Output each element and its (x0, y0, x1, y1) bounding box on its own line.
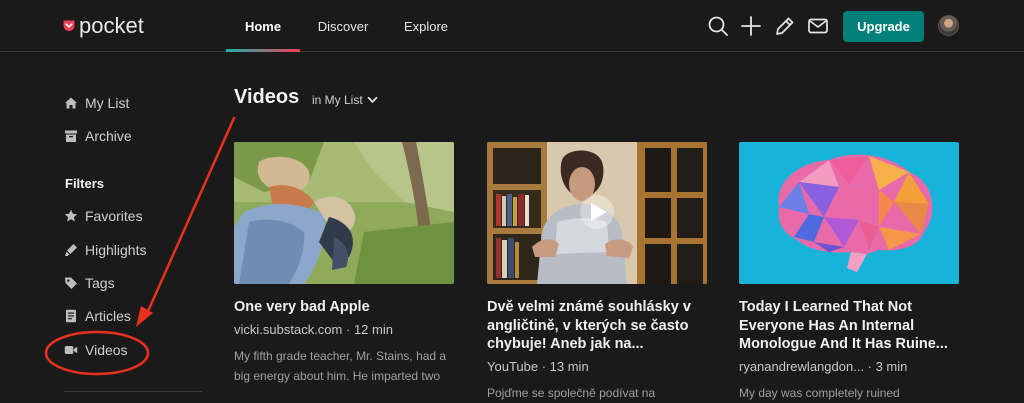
card-excerpt: My fifth grade teacher, Mr. Stains, had … (234, 348, 447, 383)
main-nav: Home Discover Explore (226, 0, 466, 52)
pocket-logo[interactable]: pocket (62, 13, 144, 39)
meta-separator: · (538, 358, 550, 374)
video-thumbnail[interactable] (487, 142, 707, 284)
plus-icon[interactable] (740, 15, 762, 37)
star-icon (64, 209, 78, 222)
card-title[interactable]: One very bad Apple (234, 298, 454, 317)
avatar[interactable] (938, 15, 959, 36)
sidebar-item-videos[interactable]: Videos (64, 340, 128, 360)
archive-icon (65, 130, 77, 142)
highlighter-icon (65, 244, 77, 256)
article-icon (66, 309, 76, 323)
card-source[interactable]: ryanandrewlangdon... (739, 359, 864, 374)
sidebar-item-articles[interactable]: Articles (64, 306, 131, 326)
top-bar: pocket Home Discover Explore Upgrade (0, 0, 1024, 52)
card-excerpt: Pojďme se společně podívat na (487, 385, 656, 400)
card-meta: ryanandrewlangdon... · 3 min (739, 358, 959, 375)
video-card[interactable]: One very bad Apple vicki.substack.com · … (234, 142, 454, 386)
video-thumbnail[interactable] (739, 142, 959, 284)
card-meta: YouTube · 13 min (487, 358, 707, 375)
card-duration: 13 min (549, 358, 589, 374)
video-icon (64, 346, 78, 354)
sidebar-item-label: Archive (85, 128, 132, 144)
mail-icon[interactable] (807, 15, 829, 37)
sidebar-item-archive[interactable]: Archive (64, 126, 132, 146)
video-thumbnail-image (487, 142, 707, 284)
page-title: Videos (234, 86, 300, 108)
logo-text: pocket (79, 13, 144, 38)
video-card[interactable]: Dvě velmi známé souhlásky v angličtině, … (487, 142, 707, 403)
list-filter-dropdown[interactable]: in My List (312, 93, 378, 107)
meta-separator: · (864, 358, 876, 374)
filter-label: in My List (312, 93, 363, 107)
sidebar-item-label: Videos (85, 342, 128, 358)
sidebar-item-label: Articles (85, 308, 131, 324)
sidebar-item-label: Favorites (85, 208, 143, 224)
video-card[interactable]: Today I Learned That Not Everyone Has An… (739, 142, 959, 403)
sidebar-item-my-list[interactable]: My List (64, 93, 129, 113)
tab-home[interactable]: Home (226, 0, 300, 52)
tab-discover[interactable]: Discover (300, 0, 386, 52)
sidebar-item-label: Tags (85, 275, 115, 291)
tab-explore[interactable]: Explore (386, 0, 466, 52)
filters-heading: Filters (65, 176, 105, 191)
card-duration: 3 min (875, 358, 908, 374)
card-title[interactable]: Dvě velmi známé souhlásky v angličtině, … (487, 298, 707, 354)
card-source[interactable]: YouTube (487, 359, 538, 374)
chevron-down-icon (367, 96, 378, 104)
sidebar-item-tags[interactable]: Tags (64, 273, 115, 293)
painting-thumbnail-image (234, 142, 454, 284)
home-icon (65, 97, 77, 109)
tag-icon (65, 277, 77, 289)
card-duration: 12 min (353, 321, 393, 337)
card-source[interactable]: vicki.substack.com (234, 322, 342, 337)
sidebar-divider (64, 391, 202, 392)
sidebar-item-label: Highlights (85, 242, 147, 258)
pencil-icon[interactable] (774, 15, 796, 37)
pocket-logo-icon (63, 20, 75, 31)
sidebar-item-favorites[interactable]: Favorites (64, 206, 143, 226)
meta-separator: · (342, 321, 354, 337)
search-icon[interactable] (707, 15, 729, 37)
upgrade-button[interactable]: Upgrade (843, 11, 924, 42)
brain-thumbnail-image (739, 142, 959, 284)
card-excerpt: My day was completely ruined (739, 385, 900, 400)
sidebar-item-highlights[interactable]: Highlights (64, 240, 146, 260)
card-title[interactable]: Today I Learned That Not Everyone Has An… (739, 298, 959, 354)
sidebar-item-label: My List (85, 95, 130, 111)
card-meta: vicki.substack.com · 12 min (234, 321, 454, 338)
video-thumbnail[interactable] (234, 142, 454, 284)
